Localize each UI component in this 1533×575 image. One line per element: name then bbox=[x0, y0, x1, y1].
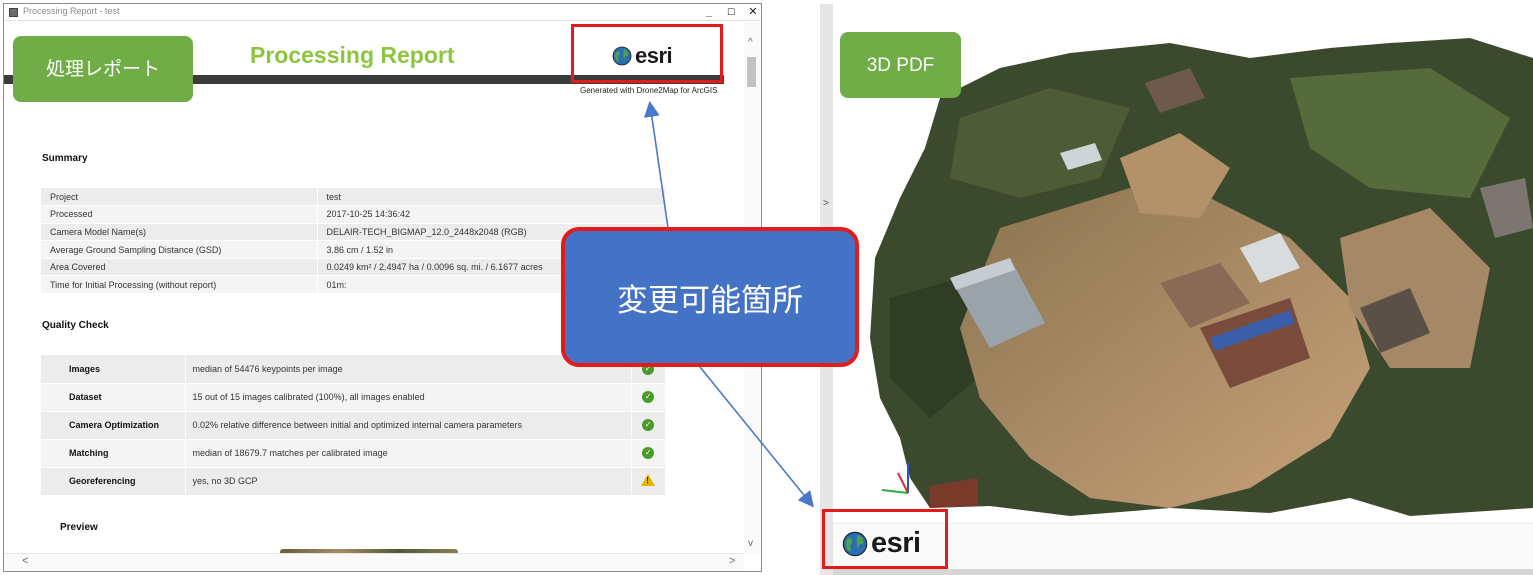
arrow-to-report-logo bbox=[643, 100, 669, 229]
arrow-to-pdf-logo bbox=[699, 366, 815, 508]
changeable-area-callout: 変更可能箇所 bbox=[561, 227, 859, 367]
composite-screenshot: Processing Report - test _ ☐ ✕ Processin… bbox=[0, 0, 1533, 575]
